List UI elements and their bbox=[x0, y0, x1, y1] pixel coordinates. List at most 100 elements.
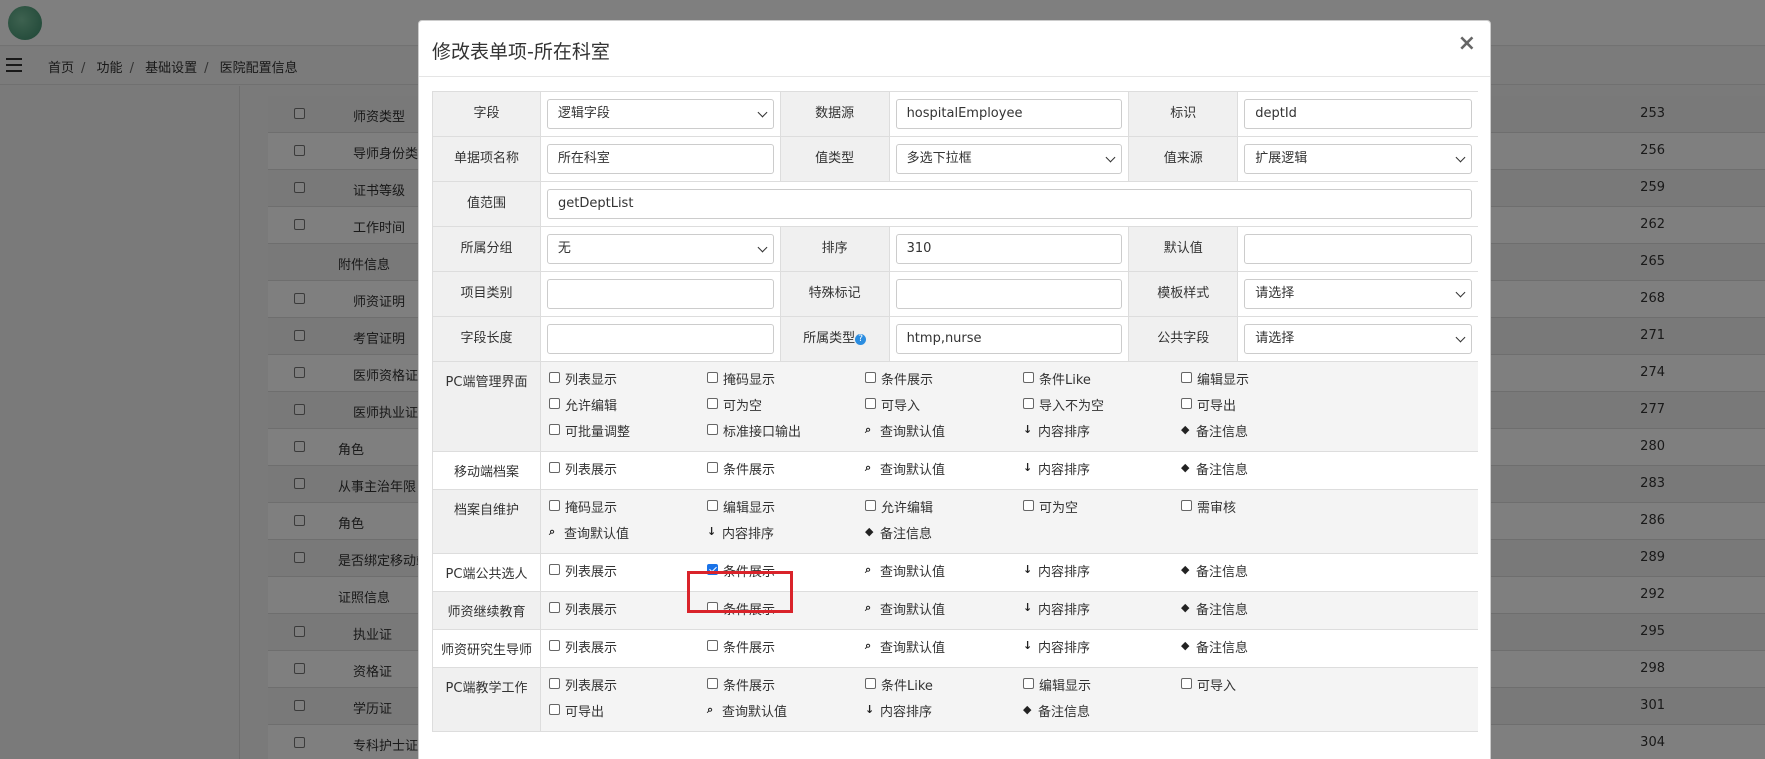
order-input[interactable]: 310 bbox=[895, 234, 1123, 264]
checkbox[interactable] bbox=[707, 678, 718, 689]
checkbox[interactable] bbox=[707, 500, 718, 511]
option-checkbox[interactable]: 可为空 bbox=[707, 395, 865, 421]
help-icon[interactable]: ? bbox=[855, 334, 867, 345]
checkbox[interactable] bbox=[707, 424, 718, 435]
option-link[interactable]: ◆ 备注信息 bbox=[1181, 561, 1339, 587]
option-checkbox[interactable]: 掩码显示 bbox=[707, 369, 865, 395]
checkbox[interactable] bbox=[1181, 500, 1192, 511]
checkbox[interactable] bbox=[707, 462, 718, 473]
option-link[interactable]: ↓ 内容排序 bbox=[1023, 421, 1181, 447]
checkbox[interactable] bbox=[707, 398, 718, 409]
option-checkbox[interactable]: 编辑显示 bbox=[1181, 369, 1339, 395]
checkbox[interactable] bbox=[549, 640, 560, 651]
checkbox[interactable] bbox=[1181, 678, 1192, 689]
option-link[interactable]: ◆ 备注信息 bbox=[1023, 701, 1181, 727]
option-link[interactable]: ◆ 备注信息 bbox=[1181, 637, 1339, 663]
option-checkbox[interactable]: 导入不为空 bbox=[1023, 395, 1181, 421]
option-link[interactable]: ◆ 备注信息 bbox=[1181, 459, 1339, 485]
option-link[interactable]: ↓ 内容排序 bbox=[1023, 561, 1181, 587]
option-checkbox[interactable]: 列表展示 bbox=[549, 561, 707, 587]
option-checkbox[interactable]: 列表展示 bbox=[549, 599, 707, 625]
option-checkbox[interactable]: 条件Like bbox=[865, 675, 1023, 701]
default-input[interactable] bbox=[1244, 234, 1472, 264]
checkbox[interactable] bbox=[865, 398, 876, 409]
option-link[interactable]: ⌕ 查询默认值 bbox=[865, 561, 1023, 587]
valsrc-select[interactable]: 扩展逻辑 bbox=[1244, 144, 1472, 174]
checkbox[interactable] bbox=[1023, 372, 1034, 383]
option-checkbox[interactable]: 编辑显示 bbox=[1023, 675, 1181, 701]
id-input[interactable]: deptId bbox=[1244, 99, 1472, 129]
option-link[interactable]: ⌕ 查询默认值 bbox=[865, 459, 1023, 485]
option-checkbox[interactable]: 可导出 bbox=[549, 701, 707, 727]
option-checkbox[interactable]: 允许编辑 bbox=[865, 497, 1023, 523]
option-link[interactable]: ⌕ 查询默认值 bbox=[865, 637, 1023, 663]
option-link[interactable]: ⌕ 查询默认值 bbox=[549, 523, 707, 549]
option-checkbox[interactable]: 列表展示 bbox=[549, 459, 707, 485]
option-checkbox[interactable]: 可导入 bbox=[865, 395, 1023, 421]
option-checkbox[interactable]: 列表显示 bbox=[549, 369, 707, 395]
range-input[interactable]: getDeptList bbox=[547, 189, 1472, 219]
name-input[interactable]: 所在科室 bbox=[546, 144, 774, 174]
checkbox[interactable] bbox=[549, 678, 560, 689]
option-label: 查询默认值 bbox=[564, 527, 630, 542]
checkbox[interactable] bbox=[865, 372, 876, 383]
option-checkbox[interactable]: 可批量调整 bbox=[549, 421, 707, 447]
option-link[interactable]: ⌕ 查询默认值 bbox=[865, 599, 1023, 625]
option-link[interactable]: ⌕ 查询默认值 bbox=[865, 421, 1023, 447]
option-checkbox[interactable]: 允许编辑 bbox=[549, 395, 707, 421]
checkbox[interactable] bbox=[549, 602, 560, 613]
checkbox[interactable] bbox=[1023, 500, 1034, 511]
close-icon[interactable]: × bbox=[1458, 31, 1476, 56]
checkbox[interactable] bbox=[549, 500, 560, 511]
checkbox[interactable] bbox=[549, 372, 560, 383]
option-checkbox[interactable]: 条件Like bbox=[1023, 369, 1181, 395]
special-input[interactable] bbox=[895, 279, 1123, 309]
checkbox[interactable] bbox=[707, 640, 718, 651]
option-checkbox[interactable]: 列表展示 bbox=[549, 675, 707, 701]
checkbox[interactable] bbox=[865, 500, 876, 511]
option-checkbox[interactable]: 条件展示 bbox=[707, 459, 865, 485]
option-checkbox[interactable]: 标准接口输出 bbox=[707, 421, 865, 447]
public-select[interactable]: 请选择 bbox=[1244, 324, 1472, 354]
option-link[interactable]: ◆ 备注信息 bbox=[1181, 421, 1339, 447]
checkbox[interactable] bbox=[865, 678, 876, 689]
option-checkbox[interactable]: 需审核 bbox=[1181, 497, 1339, 523]
group-select[interactable]: 无 bbox=[546, 234, 774, 264]
checkbox[interactable] bbox=[1023, 678, 1034, 689]
option-link[interactable]: ↓ 内容排序 bbox=[707, 523, 865, 549]
category-input[interactable] bbox=[546, 279, 774, 309]
option-checkbox[interactable]: 条件展示 bbox=[865, 369, 1023, 395]
template-select[interactable]: 请选择 bbox=[1244, 279, 1472, 309]
option-checkbox[interactable]: 条件展示 bbox=[707, 637, 865, 663]
checkbox[interactable] bbox=[549, 424, 560, 435]
datasource-input[interactable]: hospitalEmployee bbox=[895, 99, 1123, 129]
search-icon: ⌕ bbox=[865, 461, 872, 474]
option-link[interactable]: ◆ 备注信息 bbox=[865, 523, 1023, 549]
checkbox[interactable] bbox=[1181, 398, 1192, 409]
field-select[interactable]: 逻辑字段 bbox=[546, 99, 774, 129]
type-input[interactable]: htmp,nurse bbox=[895, 324, 1123, 354]
checkbox[interactable] bbox=[549, 564, 560, 575]
option-checkbox[interactable]: 可导入 bbox=[1181, 675, 1339, 701]
option-checkbox[interactable]: 掩码显示 bbox=[549, 497, 707, 523]
edit-form-item-dialog: 修改表单项-所在科室 × 字段 逻辑字段 数据源 hospitalEmploye… bbox=[418, 20, 1491, 759]
option-checkbox[interactable]: 可导出 bbox=[1181, 395, 1339, 421]
option-link[interactable]: ↓ 内容排序 bbox=[1023, 637, 1181, 663]
option-checkbox[interactable]: 条件展示 bbox=[707, 675, 865, 701]
checkbox[interactable] bbox=[549, 398, 560, 409]
option-checkbox[interactable]: 编辑显示 bbox=[707, 497, 865, 523]
checkbox[interactable] bbox=[707, 372, 718, 383]
option-link[interactable]: ↓ 内容排序 bbox=[1023, 599, 1181, 625]
length-input[interactable] bbox=[546, 324, 774, 354]
option-link[interactable]: ⌕ 查询默认值 bbox=[707, 701, 865, 727]
option-checkbox[interactable]: 列表展示 bbox=[549, 637, 707, 663]
option-checkbox[interactable]: 可为空 bbox=[1023, 497, 1181, 523]
checkbox[interactable] bbox=[1181, 372, 1192, 383]
option-link[interactable]: ↓ 内容排序 bbox=[865, 701, 1023, 727]
checkbox[interactable] bbox=[1023, 398, 1034, 409]
option-link[interactable]: ◆ 备注信息 bbox=[1181, 599, 1339, 625]
valtype-select[interactable]: 多选下拉框 bbox=[895, 144, 1123, 174]
checkbox[interactable] bbox=[549, 704, 560, 715]
checkbox[interactable] bbox=[549, 462, 560, 473]
option-link[interactable]: ↓ 内容排序 bbox=[1023, 459, 1181, 485]
